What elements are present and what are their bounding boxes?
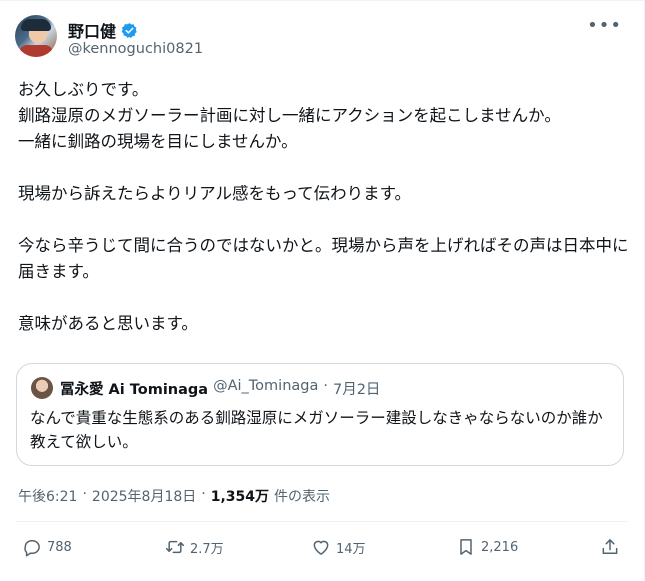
view-count-label: 件の表示: [274, 489, 331, 505]
quoted-date: 7月2日: [332, 382, 381, 398]
avatar-shirt: [19, 45, 53, 57]
tweet-meta: 午後6:21 · 2025年8月18日 · 1,354万 件の表示: [18, 486, 330, 506]
verified-badge-icon: [121, 22, 137, 38]
divider: [16, 521, 628, 522]
share-button[interactable]: [600, 537, 620, 557]
author-avatar[interactable]: [15, 15, 57, 57]
like-button[interactable]: 14万: [311, 537, 366, 557]
like-count: 14万: [336, 541, 366, 557]
reply-count: 788: [47, 539, 72, 555]
tweet-text: お久しぶりです。 釧路湿原のメガソーラー計画に対し一緒にアクションを起こしません…: [18, 80, 629, 333]
share-icon: [602, 539, 618, 554]
reply-icon: [24, 540, 40, 557]
avatar-cap: [21, 19, 51, 31]
quoted-tweet-text: なんで貴重な生態系のある釧路湿原にメガソーラー建設しなきゃならないのか誰か教えて…: [30, 409, 603, 451]
author-handle[interactable]: @kennoguchi0821: [68, 41, 203, 57]
tweet-date[interactable]: 2025年8月18日: [92, 486, 196, 506]
retweet-icon: [165, 540, 185, 554]
quoted-separator: ·: [323, 378, 328, 394]
author-display-name[interactable]: 野口健: [68, 18, 116, 42]
author-name-row: 野口健: [68, 18, 138, 42]
bookmark-icon: [460, 539, 472, 555]
bookmark-count: 2,216: [481, 539, 519, 555]
reply-button[interactable]: 788: [22, 537, 72, 557]
more-icon[interactable]: •••: [587, 17, 622, 35]
bookmark-button[interactable]: 2,216: [456, 537, 518, 557]
retweet-button[interactable]: 2.7万: [165, 537, 224, 557]
quoted-tweet-header: 冨永愛 Ai Tominaga @Ai_Tominaga · 7月2日: [60, 378, 380, 399]
quoted-author-avatar: [31, 377, 53, 399]
meta-separator: ·: [201, 486, 206, 502]
heart-icon: [313, 540, 329, 555]
quoted-author-name: 冨永愛 Ai Tominaga: [60, 382, 209, 398]
quoted-author-handle: @Ai_Tominaga: [213, 378, 319, 394]
tweet-card: 野口健 @kennoguchi0821 ••• お久しぶりです。 釧路湿原のメガ…: [0, 0, 645, 581]
tweet-time[interactable]: 午後6:21: [18, 486, 77, 506]
retweet-count: 2.7万: [190, 541, 224, 557]
quoted-tweet[interactable]: 冨永愛 Ai Tominaga @Ai_Tominaga · 7月2日 なんで貴…: [16, 363, 624, 466]
view-count: 1,354万: [210, 489, 270, 505]
action-bar: 788 2.7万 14万 2,216: [0, 537, 645, 565]
meta-separator: ·: [82, 486, 87, 502]
